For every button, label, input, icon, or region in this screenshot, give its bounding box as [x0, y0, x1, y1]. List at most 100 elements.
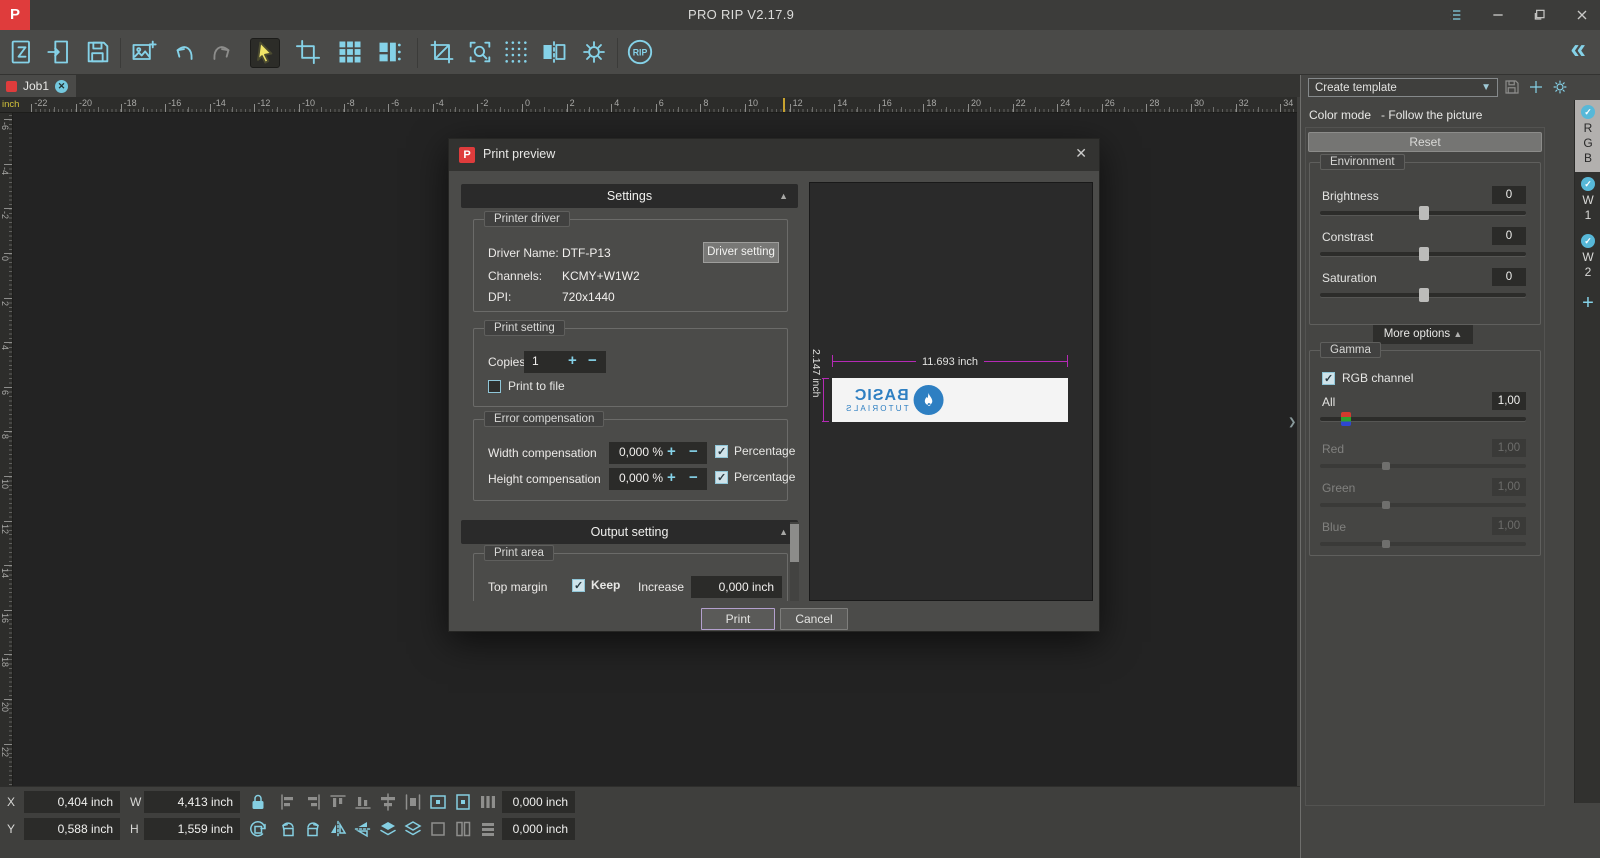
more-options-button[interactable]: More options ▲ [1373, 325, 1473, 344]
slider-track[interactable] [1320, 417, 1526, 421]
select-tool-icon[interactable] [250, 38, 280, 68]
rotate-reset-icon[interactable] [248, 819, 268, 839]
print-button[interactable]: Print [701, 608, 775, 630]
slider-track[interactable] [1320, 211, 1526, 215]
tile-grid-icon[interactable] [336, 38, 366, 68]
top-margin-field[interactable]: 0,000 inch [691, 576, 782, 598]
rotate-cw-icon[interactable] [303, 819, 323, 839]
keep-checkbox[interactable]: Keep [572, 578, 620, 592]
center-page-horizontal-icon[interactable] [428, 792, 448, 812]
crop-tool-icon[interactable] [294, 38, 324, 68]
close-button[interactable] [1572, 5, 1592, 25]
add-image-icon[interactable] [130, 38, 160, 68]
channel-tab-w1[interactable]: ✓W1 [1575, 172, 1600, 229]
artboard-icon[interactable] [428, 38, 458, 68]
print-to-file-checkbox[interactable]: Print to file [488, 379, 565, 393]
slider-value-field[interactable]: 0 [1492, 227, 1526, 245]
slider-value-field[interactable]: 1,00 [1492, 478, 1526, 496]
channel-tab-rgb[interactable]: ✓RGB [1575, 100, 1600, 172]
layout-blocks-icon[interactable] [376, 38, 406, 68]
distribute-icon[interactable] [403, 792, 423, 812]
h-value-field[interactable]: 1,559 inch [144, 818, 240, 840]
new-job-icon[interactable] [8, 38, 38, 68]
settings-scrollbar[interactable] [790, 522, 799, 601]
slider-thumb[interactable] [1419, 206, 1429, 220]
align-top-icon[interactable] [328, 792, 348, 812]
tab-close-icon[interactable]: ✕ [55, 80, 68, 93]
lock-icon[interactable] [248, 792, 268, 812]
cancel-button[interactable]: Cancel [780, 608, 848, 630]
send-to-back-icon[interactable] [403, 819, 423, 839]
undo-icon[interactable] [170, 38, 200, 68]
slider-thumb[interactable] [1382, 501, 1390, 509]
decrement-icon[interactable]: − [588, 352, 597, 369]
copies-field[interactable]: 1 + − [524, 351, 606, 373]
panel-collapse-handle[interactable]: ❯ [1288, 408, 1297, 438]
slider-track[interactable] [1320, 293, 1526, 297]
x-value-field[interactable]: 0,404 inch [24, 791, 120, 813]
bring-to-front-icon[interactable] [378, 819, 398, 839]
align-bottom-icon[interactable] [353, 792, 373, 812]
save-icon[interactable] [84, 38, 114, 68]
rip-button-icon[interactable]: RIP [626, 38, 656, 68]
increment-icon[interactable]: + [568, 352, 577, 369]
dialog-titlebar[interactable]: P Print preview ✕ [449, 139, 1099, 171]
slider-value-field[interactable]: 1,00 [1492, 392, 1526, 410]
flip-horizontal-icon[interactable] [328, 819, 348, 839]
y-value-field[interactable]: 0,588 inch [24, 818, 120, 840]
menu-list-icon[interactable] [1445, 5, 1465, 25]
flip-vertical-icon[interactable] [353, 819, 373, 839]
open-job-icon[interactable] [46, 38, 76, 68]
panel-settings-gear-icon[interactable] [1551, 78, 1570, 97]
two-columns-icon[interactable] [453, 819, 473, 839]
output-setting-section-header[interactable]: Output setting ▲ [461, 520, 798, 544]
tab-job1[interactable]: Job1 ✕ [0, 75, 76, 97]
center-page-vertical-icon[interactable] [453, 792, 473, 812]
align-left-icon[interactable] [278, 792, 298, 812]
reset-button[interactable]: Reset [1308, 132, 1542, 152]
redo-icon[interactable] [208, 38, 238, 68]
add-channel-icon[interactable]: + [1575, 286, 1600, 315]
columns-icon[interactable] [478, 792, 498, 812]
slider-value-field[interactable]: 0 [1492, 268, 1526, 286]
template-save-icon[interactable] [1503, 78, 1522, 97]
v-offset-field[interactable]: 0,000 inch [502, 818, 575, 840]
driver-setting-button[interactable]: Driver setting [703, 242, 779, 263]
slider-thumb[interactable] [1382, 462, 1390, 470]
settings-section-header[interactable]: Settings ▲ [461, 184, 798, 208]
h-offset-field[interactable]: 0,000 inch [502, 791, 575, 813]
minimize-button[interactable] [1488, 5, 1508, 25]
rotate-ccw-icon[interactable] [278, 819, 298, 839]
w-value-field[interactable]: 4,413 inch [144, 791, 240, 813]
dialog-close-icon[interactable]: ✕ [1075, 145, 1087, 162]
slider-value-field[interactable]: 1,00 [1492, 439, 1526, 457]
slider-value-field[interactable]: 0 [1492, 186, 1526, 204]
increment-icon[interactable]: + [667, 469, 676, 486]
rgb-channel-checkbox[interactable]: RGB channel [1322, 371, 1413, 385]
width-compensation-field[interactable]: 0,000 % + − [609, 442, 707, 464]
mirror-image-icon[interactable] [540, 38, 570, 68]
maximize-button[interactable] [1530, 5, 1550, 25]
height-compensation-field[interactable]: 0,000 % + − [609, 468, 707, 490]
template-select[interactable]: Create template ▼ [1308, 78, 1498, 97]
decrement-icon[interactable]: − [689, 443, 698, 460]
slider-track[interactable] [1320, 252, 1526, 256]
center-horizontal-icon[interactable] [378, 792, 398, 812]
channel-tab-w2[interactable]: ✓W2 [1575, 229, 1600, 286]
height-percentage-checkbox[interactable]: Percentage [715, 470, 795, 484]
align-right-icon[interactable] [303, 792, 323, 812]
rows-icon[interactable] [478, 819, 498, 839]
zoom-search-icon[interactable] [466, 38, 496, 68]
slider-track[interactable] [1320, 464, 1526, 468]
frame-icon[interactable] [428, 819, 448, 839]
slider-track[interactable] [1320, 542, 1526, 546]
dot-grid-icon[interactable] [502, 38, 532, 68]
increment-icon[interactable]: + [667, 443, 676, 460]
settings-gear-icon[interactable] [580, 38, 610, 68]
width-percentage-checkbox[interactable]: Percentage [715, 444, 795, 458]
slider-thumb[interactable] [1419, 288, 1429, 302]
slider-track[interactable] [1320, 503, 1526, 507]
slider-thumb[interactable] [1341, 412, 1351, 426]
template-add-icon[interactable] [1527, 78, 1546, 97]
decrement-icon[interactable]: − [689, 469, 698, 486]
